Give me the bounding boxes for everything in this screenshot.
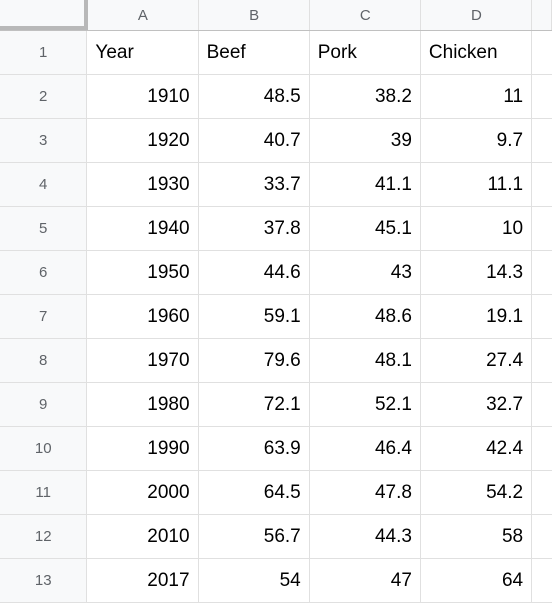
cell-overflow[interactable] bbox=[532, 471, 552, 514]
column-header-c[interactable]: C bbox=[310, 0, 421, 30]
cell[interactable]: 40.7 bbox=[199, 119, 310, 162]
cell[interactable]: 33.7 bbox=[199, 163, 310, 206]
row-header[interactable]: 5 bbox=[0, 207, 87, 250]
cell[interactable]: 1910 bbox=[87, 75, 198, 118]
cell[interactable]: 43 bbox=[310, 251, 421, 294]
cell[interactable]: 46.4 bbox=[310, 427, 421, 470]
row-header[interactable]: 8 bbox=[0, 339, 87, 382]
row-header[interactable]: 12 bbox=[0, 515, 87, 558]
row-header[interactable]: 6 bbox=[0, 251, 87, 294]
cell[interactable]: 10 bbox=[421, 207, 532, 250]
table-row: 4 1930 33.7 41.1 11.1 bbox=[0, 163, 552, 207]
select-all-corner[interactable] bbox=[0, 0, 88, 30]
cell[interactable]: Chicken bbox=[421, 31, 532, 74]
table-row: 8 1970 79.6 48.1 27.4 bbox=[0, 339, 552, 383]
row-header[interactable]: 10 bbox=[0, 427, 87, 470]
cell[interactable]: 42.4 bbox=[421, 427, 532, 470]
cell[interactable]: 63.9 bbox=[199, 427, 310, 470]
cell[interactable]: 2010 bbox=[87, 515, 198, 558]
cell[interactable]: 48.1 bbox=[310, 339, 421, 382]
cell[interactable]: 39 bbox=[310, 119, 421, 162]
cell[interactable]: 14.3 bbox=[421, 251, 532, 294]
cell[interactable]: Beef bbox=[199, 31, 310, 74]
cell[interactable]: 2000 bbox=[87, 471, 198, 514]
cell[interactable]: Year bbox=[87, 31, 198, 74]
cell[interactable]: 1960 bbox=[87, 295, 198, 338]
table-row: 5 1940 37.8 45.1 10 bbox=[0, 207, 552, 251]
cell[interactable]: 1980 bbox=[87, 383, 198, 426]
table-row: 10 1990 63.9 46.4 42.4 bbox=[0, 427, 552, 471]
cell[interactable]: Pork bbox=[310, 31, 421, 74]
cell[interactable]: 72.1 bbox=[199, 383, 310, 426]
cell[interactable]: 48.6 bbox=[310, 295, 421, 338]
cell[interactable]: 47.8 bbox=[310, 471, 421, 514]
cell[interactable]: 1920 bbox=[87, 119, 198, 162]
cell[interactable]: 19.1 bbox=[421, 295, 532, 338]
cell[interactable]: 64.5 bbox=[199, 471, 310, 514]
cell[interactable]: 44.6 bbox=[199, 251, 310, 294]
cell[interactable]: 48.5 bbox=[199, 75, 310, 118]
cell[interactable]: 41.1 bbox=[310, 163, 421, 206]
table-row: 6 1950 44.6 43 14.3 bbox=[0, 251, 552, 295]
cell[interactable]: 79.6 bbox=[199, 339, 310, 382]
row-header[interactable]: 2 bbox=[0, 75, 87, 118]
cell-overflow[interactable] bbox=[532, 163, 552, 206]
cell[interactable]: 38.2 bbox=[310, 75, 421, 118]
cell[interactable]: 56.7 bbox=[199, 515, 310, 558]
row-header[interactable]: 11 bbox=[0, 471, 87, 514]
cell[interactable]: 1970 bbox=[87, 339, 198, 382]
cell[interactable]: 59.1 bbox=[199, 295, 310, 338]
cell-overflow[interactable] bbox=[532, 339, 552, 382]
row-header[interactable]: 3 bbox=[0, 119, 87, 162]
cell-overflow[interactable] bbox=[532, 515, 552, 558]
table-row: 7 1960 59.1 48.6 19.1 bbox=[0, 295, 552, 339]
spreadsheet: A B C D 1 Year Beef Pork Chicken 2 1910 … bbox=[0, 0, 552, 596]
row-header[interactable]: 9 bbox=[0, 383, 87, 426]
column-header-overflow bbox=[532, 0, 552, 30]
cell[interactable]: 11.1 bbox=[421, 163, 532, 206]
table-row: 11 2000 64.5 47.8 54.2 bbox=[0, 471, 552, 515]
cell[interactable]: 58 bbox=[421, 515, 532, 558]
row-header[interactable]: 7 bbox=[0, 295, 87, 338]
table-row: 1 Year Beef Pork Chicken bbox=[0, 31, 552, 75]
cell-overflow[interactable] bbox=[532, 75, 552, 118]
cell[interactable]: 52.1 bbox=[310, 383, 421, 426]
table-row: 13 2017 54 47 64 bbox=[0, 559, 552, 603]
column-header-b[interactable]: B bbox=[199, 0, 310, 30]
cell[interactable]: 11 bbox=[421, 75, 532, 118]
column-header-d[interactable]: D bbox=[421, 0, 532, 30]
cell-overflow[interactable] bbox=[532, 251, 552, 294]
cell[interactable]: 1940 bbox=[87, 207, 198, 250]
column-header-a[interactable]: A bbox=[88, 0, 199, 30]
cell-overflow[interactable] bbox=[532, 119, 552, 162]
column-header-row: A B C D bbox=[0, 0, 552, 31]
cell[interactable]: 45.1 bbox=[310, 207, 421, 250]
cell[interactable]: 1990 bbox=[87, 427, 198, 470]
cell[interactable]: 27.4 bbox=[421, 339, 532, 382]
cell[interactable]: 32.7 bbox=[421, 383, 532, 426]
table-row: 9 1980 72.1 52.1 32.7 bbox=[0, 383, 552, 427]
cell[interactable]: 1930 bbox=[87, 163, 198, 206]
row-header[interactable]: 1 bbox=[0, 31, 87, 74]
cell[interactable]: 9.7 bbox=[421, 119, 532, 162]
cell-overflow[interactable] bbox=[532, 207, 552, 250]
table-row: 3 1920 40.7 39 9.7 bbox=[0, 119, 552, 163]
table-row: 2 1910 48.5 38.2 11 bbox=[0, 75, 552, 119]
table-row: 12 2010 56.7 44.3 58 bbox=[0, 515, 552, 559]
row-header[interactable]: 4 bbox=[0, 163, 87, 206]
cell-overflow[interactable] bbox=[532, 31, 552, 74]
cell-overflow[interactable] bbox=[532, 295, 552, 338]
cell-overflow[interactable] bbox=[532, 427, 552, 470]
cell[interactable]: 1950 bbox=[87, 251, 198, 294]
cell[interactable]: 37.8 bbox=[199, 207, 310, 250]
cell-overflow[interactable] bbox=[532, 383, 552, 426]
cell[interactable]: 54.2 bbox=[421, 471, 532, 514]
cell[interactable]: 44.3 bbox=[310, 515, 421, 558]
